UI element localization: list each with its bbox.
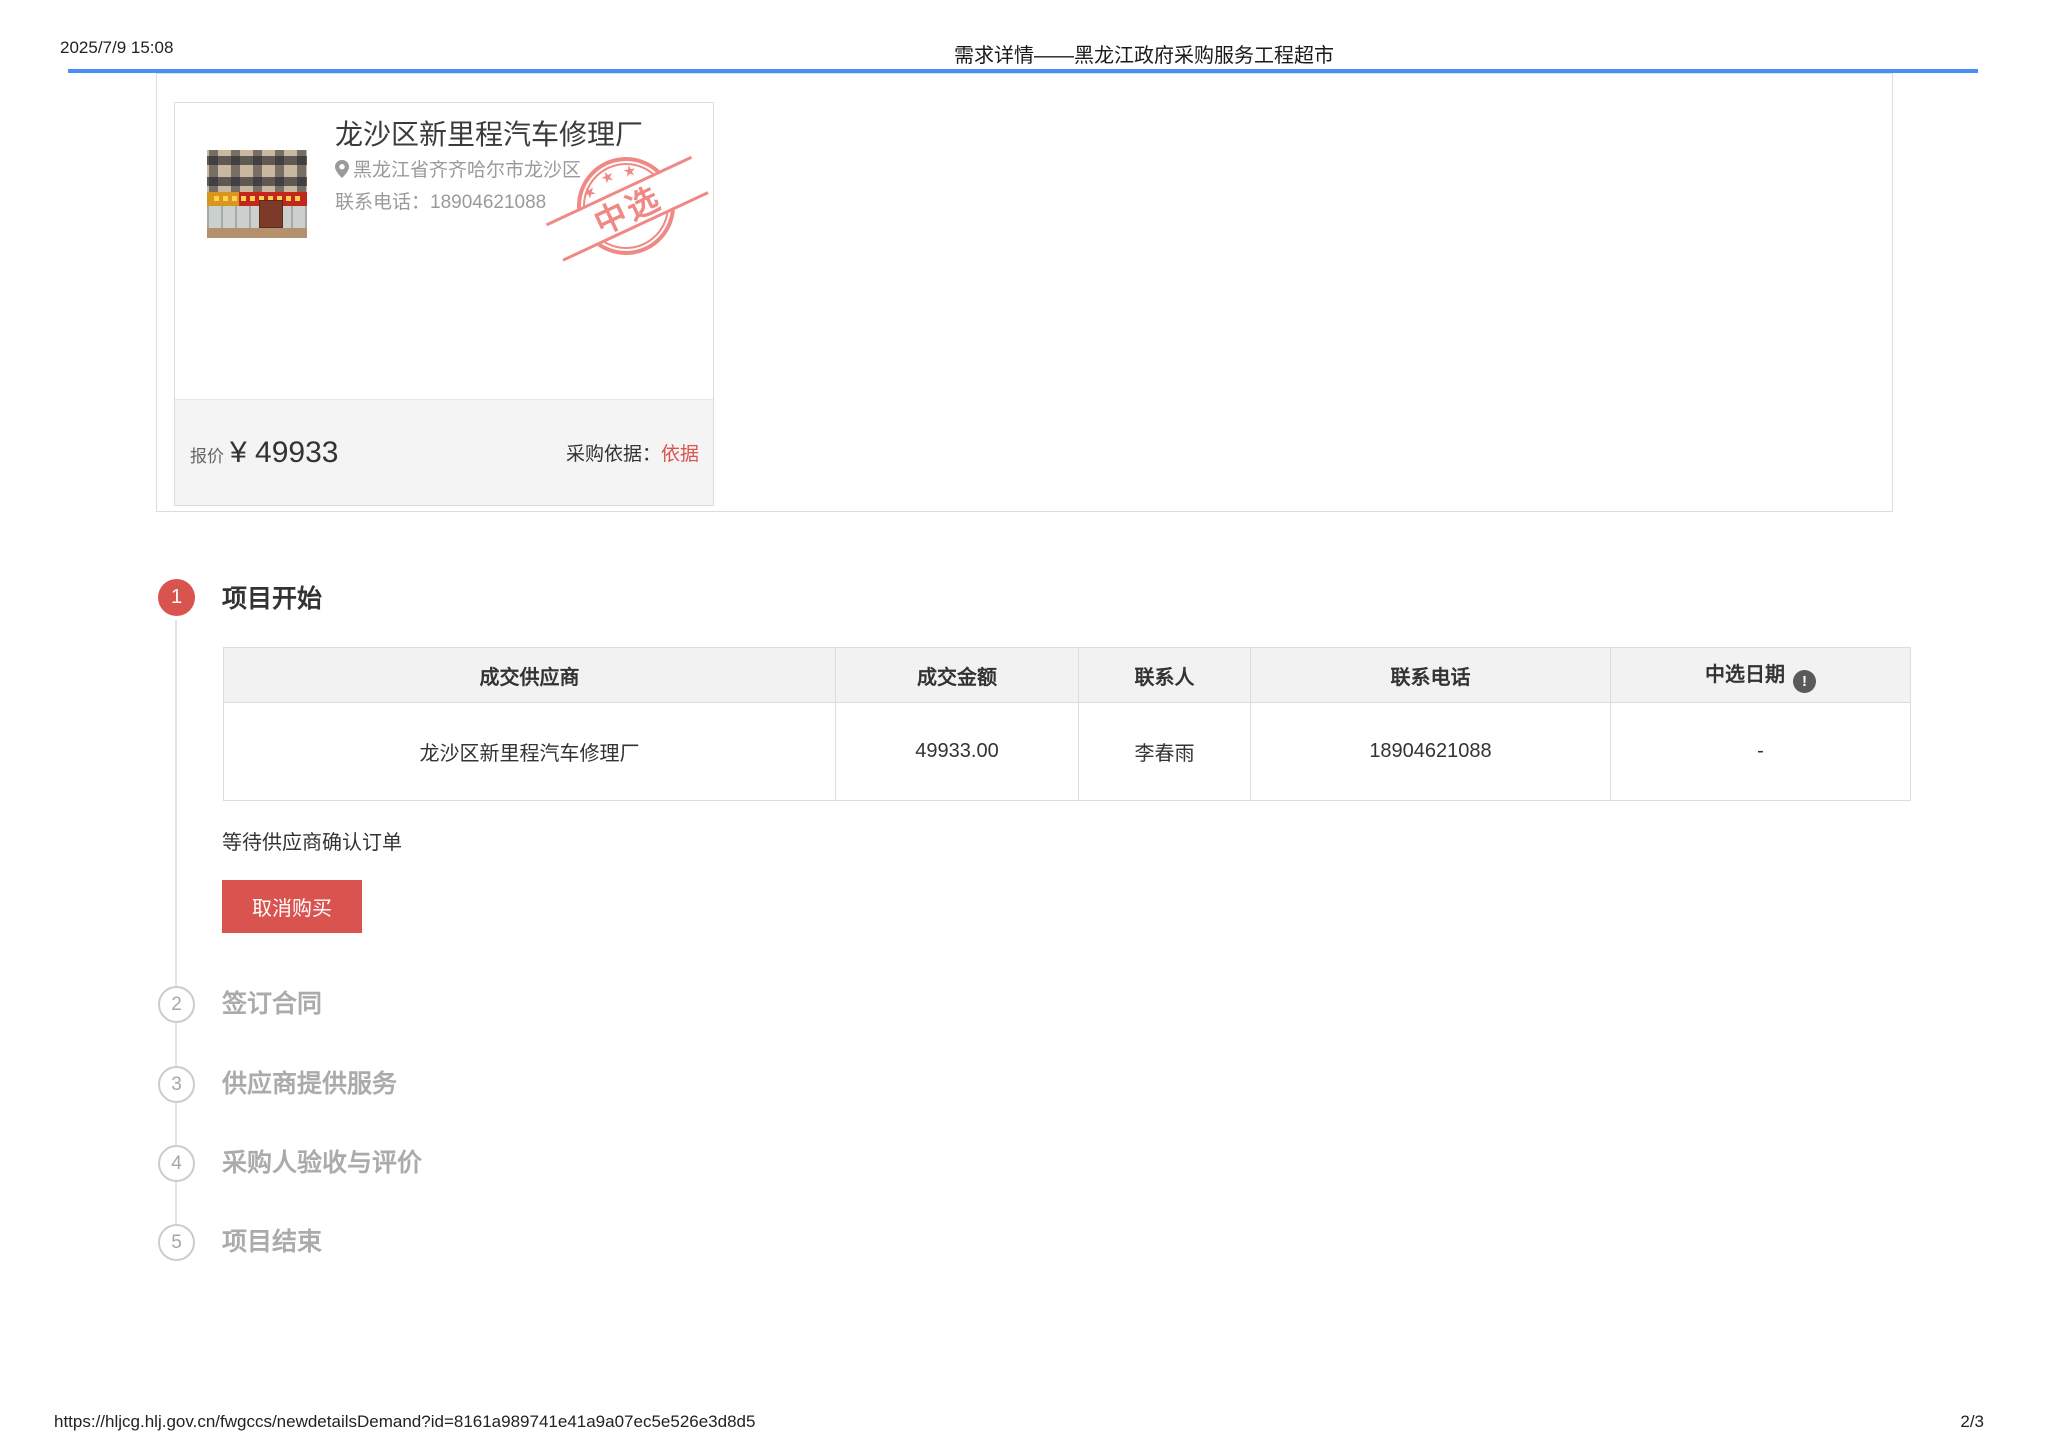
quote-bar: 报价 ¥ 49933 采购依据：依据 bbox=[175, 399, 713, 505]
location-pin-icon bbox=[335, 160, 349, 178]
print-page-indicator: 2/3 bbox=[1960, 1412, 1984, 1432]
col-header-win-date: 中选日期! bbox=[1611, 648, 1911, 703]
col-header-supplier: 成交供应商 bbox=[224, 648, 836, 703]
cancel-purchase-button[interactable]: 取消购买 bbox=[222, 880, 362, 933]
quote-amount: ¥ 49933 bbox=[230, 436, 338, 470]
col-header-contact: 联系人 bbox=[1079, 648, 1251, 703]
step-circle-2: 2 bbox=[158, 986, 195, 1023]
phone-value: 18904621088 bbox=[430, 192, 546, 213]
supplier-photo bbox=[207, 150, 307, 238]
supplier-phone-line: 联系电话：18904621088 bbox=[335, 187, 546, 214]
cell-win-date: - bbox=[1611, 703, 1911, 801]
step-label-project-start: 项目开始 bbox=[222, 581, 322, 618]
print-preview-page: 2025/7/9 15:08 需求详情——黑龙江政府采购服务工程超市 龙沙区新里… bbox=[0, 0, 2048, 1447]
print-timestamp: 2025/7/9 15:08 bbox=[60, 38, 173, 58]
photo-banner-text bbox=[214, 196, 300, 201]
photo-door bbox=[259, 200, 283, 228]
supplier-card: 龙沙区新里程汽车修理厂 黑龙江省齐齐哈尔市龙沙区 联系电话：1890462108… bbox=[174, 102, 714, 506]
step-circle-4: 4 bbox=[158, 1145, 195, 1182]
basis-label: 采购依据： bbox=[566, 444, 661, 465]
step-circle-5: 5 bbox=[158, 1224, 195, 1261]
info-icon[interactable]: ! bbox=[1793, 670, 1816, 693]
purchase-basis: 采购依据：依据 bbox=[566, 439, 699, 466]
cell-contact: 李春雨 bbox=[1079, 703, 1251, 801]
cell-phone: 18904621088 bbox=[1251, 703, 1611, 801]
order-status-text: 等待供应商确认订单 bbox=[222, 826, 402, 855]
step-circle-1: 1 bbox=[158, 579, 195, 616]
step-label-project-end: 项目结束 bbox=[222, 1224, 322, 1261]
quote: 报价 ¥ 49933 bbox=[190, 436, 338, 470]
photo-building-windows bbox=[207, 150, 307, 192]
photo-storefront-banner bbox=[207, 192, 307, 206]
step-label-acceptance-review: 采购人验收与评价 bbox=[222, 1145, 422, 1182]
supplier-section: 龙沙区新里程汽车修理厂 黑龙江省齐齐哈尔市龙沙区 联系电话：1890462108… bbox=[156, 73, 1893, 512]
step-circle-3: 3 bbox=[158, 1066, 195, 1103]
phone-label: 联系电话： bbox=[335, 192, 430, 213]
photo-ground bbox=[207, 228, 307, 238]
basis-link[interactable]: 依据 bbox=[661, 444, 699, 465]
step-label-sign-contract: 签订合同 bbox=[222, 986, 322, 1023]
page-title: 需求详情——黑龙江政府采购服务工程超市 bbox=[954, 39, 1334, 68]
step-label-provide-service: 供应商提供服务 bbox=[222, 1066, 397, 1103]
quote-label: 报价 bbox=[190, 442, 224, 467]
col-header-phone: 联系电话 bbox=[1251, 648, 1611, 703]
supplier-card-top: 龙沙区新里程汽车修理厂 黑龙江省齐齐哈尔市龙沙区 联系电话：1890462108… bbox=[175, 103, 713, 401]
order-table: 成交供应商 成交金额 联系人 联系电话 中选日期! 龙沙区新里程汽车修理厂 49… bbox=[223, 647, 1911, 801]
cell-supplier: 龙沙区新里程汽车修理厂 bbox=[224, 703, 836, 801]
table-row: 龙沙区新里程汽车修理厂 49933.00 李春雨 18904621088 - bbox=[224, 703, 1911, 801]
cell-amount: 49933.00 bbox=[836, 703, 1079, 801]
col-header-amount: 成交金额 bbox=[836, 648, 1079, 703]
print-footer-url: https://hljcg.hlj.gov.cn/fwgccs/newdetai… bbox=[54, 1412, 755, 1432]
table-header-row: 成交供应商 成交金额 联系人 联系电话 中选日期! bbox=[224, 648, 1911, 703]
photo-storefront bbox=[207, 206, 307, 228]
